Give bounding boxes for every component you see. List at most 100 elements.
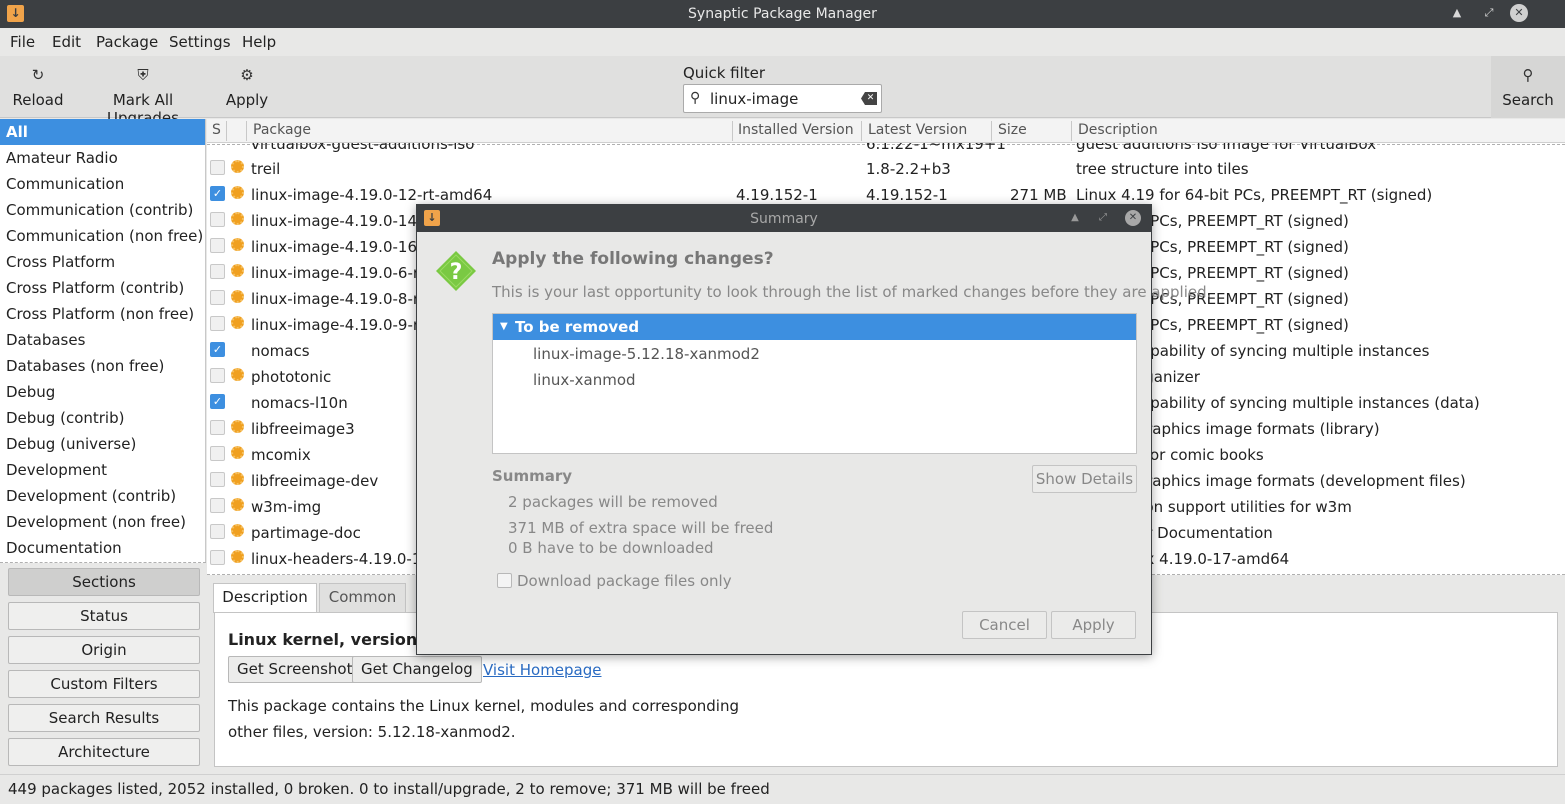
tree-item[interactable]: linux-xanmod (533, 371, 636, 389)
toolbar: ↻ Reload ⛨ Mark All Upgrades ⚙ Apply Qui… (0, 56, 1565, 127)
gear-badge-icon (231, 238, 244, 251)
filter-search-results-button[interactable]: Search Results (8, 704, 200, 732)
row-size: 271 MB (1010, 186, 1067, 204)
summary-dialog: ↓ Summary ▲ ⤢ ✕ ? Apply the following ch… (416, 204, 1211, 655)
search-label: Search (1502, 91, 1554, 109)
tab-common[interactable]: Common (319, 583, 406, 612)
quick-filter-label: Quick filter (683, 64, 766, 82)
shade-icon[interactable]: ▲ (1448, 4, 1466, 22)
sidebar-item[interactable]: Development (contrib) (0, 483, 205, 509)
row-checkbox[interactable] (210, 212, 225, 227)
col-package[interactable]: Package (253, 122, 311, 138)
filter-sections-button[interactable]: Sections (8, 568, 200, 596)
summary-line: 371 MB of extra space will be freed (508, 519, 774, 537)
reload-button[interactable]: ↻ Reload (8, 56, 68, 118)
maximize-icon[interactable]: ⤢ (1480, 4, 1498, 22)
expander-down-icon[interactable]: ▼ (500, 314, 508, 340)
row-checkbox[interactable] (210, 160, 225, 175)
menu-help[interactable]: Help (242, 33, 276, 51)
dialog-maximize-icon[interactable]: ⤢ (1095, 210, 1111, 226)
row-checkbox[interactable] (210, 238, 225, 253)
col-description[interactable]: Description (1078, 122, 1158, 138)
show-details-button[interactable]: Show Details (1032, 465, 1137, 493)
row-checkbox[interactable] (210, 472, 225, 487)
dialog-shade-icon[interactable]: ▲ (1067, 210, 1083, 226)
mark-all-upgrades-button[interactable]: ⛨ Mark All Upgrades (76, 56, 210, 127)
sidebar-item[interactable]: All (0, 119, 205, 145)
row-package: treil (251, 160, 281, 178)
apply-button[interactable]: ⚙ Apply (220, 56, 274, 118)
sidebar-item[interactable]: Cross Platform (non free) (0, 301, 205, 327)
tree-item[interactable]: linux-image-5.12.18-xanmod2 (533, 345, 760, 363)
gear-badge-icon (231, 160, 244, 173)
apply-label: Apply (225, 91, 269, 109)
filter-status-button[interactable]: Status (8, 602, 200, 630)
summary-line: 2 packages will be removed (508, 493, 718, 511)
sidebar-item[interactable]: Communication (0, 171, 205, 197)
col-size[interactable]: Size (998, 122, 1027, 138)
row-checkbox[interactable] (210, 524, 225, 539)
row-checkbox[interactable]: ✓ (210, 394, 225, 409)
gear-badge-icon (231, 212, 244, 225)
sidebar-item[interactable]: Debug (universe) (0, 431, 205, 457)
sidebar-item[interactable]: Cross Platform (0, 249, 205, 275)
sidebar-item[interactable]: Databases (non free) (0, 353, 205, 379)
status-text: 449 packages listed, 2052 installed, 0 b… (8, 780, 770, 798)
sidebar-item[interactable]: Communication (non free) (0, 223, 205, 249)
quick-filter-input[interactable] (710, 88, 860, 109)
filter-origin-button[interactable]: Origin (8, 636, 200, 664)
row-checkbox[interactable] (210, 420, 225, 435)
filter-architecture-button[interactable]: Architecture (8, 738, 200, 766)
checkbox-box[interactable] (497, 573, 512, 588)
get-changelog-button[interactable]: Get Changelog (352, 656, 482, 683)
svg-text:?: ? (450, 260, 463, 285)
search-button[interactable]: ⚲ Search (1491, 56, 1565, 118)
row-package: libfreeimage-dev (251, 472, 379, 490)
row-checkbox[interactable] (210, 368, 225, 383)
sidebar-item[interactable]: Debug (0, 379, 205, 405)
dialog-close-icon[interactable]: ✕ (1125, 210, 1141, 226)
row-checkbox[interactable] (210, 316, 225, 331)
sidebar-item[interactable]: Documentation (0, 535, 205, 561)
menu-edit[interactable]: Edit (52, 33, 81, 51)
visit-homepage-link[interactable]: Visit Homepage (483, 661, 602, 679)
reload-icon: ↻ (31, 66, 45, 84)
changes-tree: ▼ To be removed linux-image-5.12.18-xanm… (492, 313, 1137, 454)
menu-file[interactable]: File (10, 33, 35, 51)
col-installed-version[interactable]: Installed Version (738, 122, 854, 138)
quick-filter-box: ⚲ ✕ (683, 84, 882, 113)
sidebar-item[interactable]: Development (non free) (0, 509, 205, 535)
col-status[interactable]: S (212, 122, 221, 138)
table-row[interactable]: treil 1.8-2.2+b3 tree structure into tiles (207, 156, 1565, 182)
tab-description[interactable]: Description (213, 583, 317, 613)
sidebar-item[interactable]: Cross Platform (contrib) (0, 275, 205, 301)
sidebar-item[interactable]: Development (0, 457, 205, 483)
clear-icon[interactable]: ✕ (861, 92, 877, 105)
menu-settings[interactable]: Settings (169, 33, 231, 51)
search-icon: ⚲ (690, 90, 701, 106)
tree-group-to-be-removed[interactable]: ▼ To be removed (493, 314, 1136, 340)
row-checkbox[interactable] (210, 446, 225, 461)
sidebar-item[interactable]: Communication (contrib) (0, 197, 205, 223)
col-latest-version[interactable]: Latest Version (868, 122, 967, 138)
get-screenshot-button[interactable]: Get Screenshot (228, 656, 362, 683)
sidebar-item[interactable]: Amateur Radio (0, 145, 205, 171)
row-checkbox[interactable]: ✓ (210, 342, 225, 357)
sidebar-item[interactable]: Debug (contrib) (0, 405, 205, 431)
table-row[interactable]: virtualbox-guest-additions-iso 6.1.22-1~… (207, 143, 1565, 156)
row-checkbox[interactable] (210, 290, 225, 305)
reload-label: Reload (12, 91, 64, 109)
cancel-button[interactable]: Cancel (962, 611, 1047, 639)
row-description: tree structure into tiles (1076, 160, 1249, 178)
row-checkbox[interactable] (210, 550, 225, 565)
row-checkbox[interactable] (210, 264, 225, 279)
row-checkbox[interactable] (210, 498, 225, 513)
gear-badge-icon (231, 264, 244, 277)
filter-custom-button[interactable]: Custom Filters (8, 670, 200, 698)
close-icon[interactable]: ✕ (1510, 4, 1528, 22)
window-title: Synaptic Package Manager (688, 6, 877, 22)
sidebar-item[interactable]: Databases (0, 327, 205, 353)
menu-package[interactable]: Package (96, 33, 158, 51)
dialog-apply-button[interactable]: Apply (1051, 611, 1136, 639)
row-checkbox[interactable]: ✓ (210, 186, 225, 201)
